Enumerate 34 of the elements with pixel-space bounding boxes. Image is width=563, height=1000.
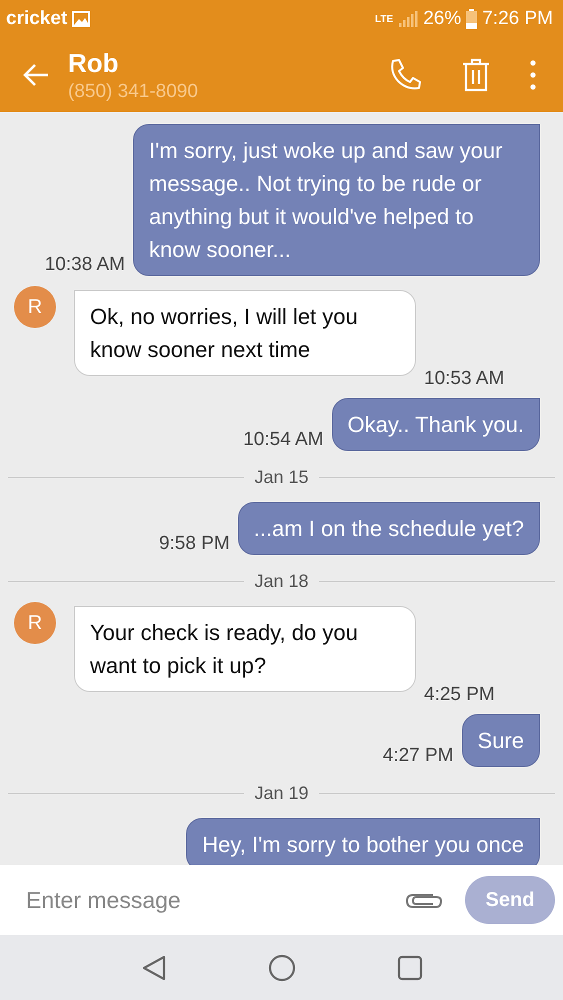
- battery-percent: 26%: [423, 8, 462, 30]
- clock: 7:26 PM: [482, 8, 553, 30]
- more-menu-icon[interactable]: [529, 59, 537, 91]
- sent-message: Sure: [462, 714, 540, 767]
- sent-message: Okay.. Thank you.: [332, 398, 540, 451]
- date-divider: Jan 15: [254, 467, 309, 488]
- sent-message: I'm sorry, just woke up and saw your message.. Not trying to be rude or anything but it would've helped to know sooner...: [133, 124, 540, 276]
- contact-avatar: R: [14, 602, 56, 644]
- received-message: Ok, no worries, I will let you know sooner next time: [74, 290, 416, 376]
- message-time: 9:58 PM: [158, 533, 230, 555]
- message-field[interactable]: Enter message: [24, 886, 383, 914]
- received-message: Your check is ready, do you want to pick it up?: [74, 606, 416, 692]
- trash-icon[interactable]: [461, 58, 491, 92]
- carrier-name: cricket: [6, 8, 68, 30]
- image-icon: [72, 11, 90, 27]
- message-time: 10:38 AM: [44, 254, 125, 276]
- sent-message: ...am I on the schedule yet?: [238, 502, 540, 555]
- date-divider: Jan 18: [254, 571, 309, 592]
- message-time: 4:27 PM: [382, 745, 454, 767]
- recents-icon[interactable]: [396, 954, 422, 980]
- battery-icon: [466, 9, 478, 29]
- message-time: 4:25 PM: [424, 684, 495, 706]
- date-divider: Jan 19: [254, 783, 309, 804]
- message-time: 10:54 AM: [243, 429, 324, 451]
- message-time: 10:53 AM: [424, 368, 504, 390]
- sent-message: Hey, I'm sorry to bother you once: [186, 818, 540, 865]
- network-type: LTE: [375, 14, 394, 24]
- back-icon[interactable]: [140, 954, 166, 982]
- contact-phone: (850) 341-8090: [68, 80, 199, 102]
- back-arrow-icon[interactable]: [22, 63, 50, 87]
- contact-avatar: R: [14, 286, 56, 328]
- home-icon[interactable]: [268, 954, 296, 982]
- contact-name: Rob: [68, 48, 120, 78]
- signal-icon: [398, 10, 418, 28]
